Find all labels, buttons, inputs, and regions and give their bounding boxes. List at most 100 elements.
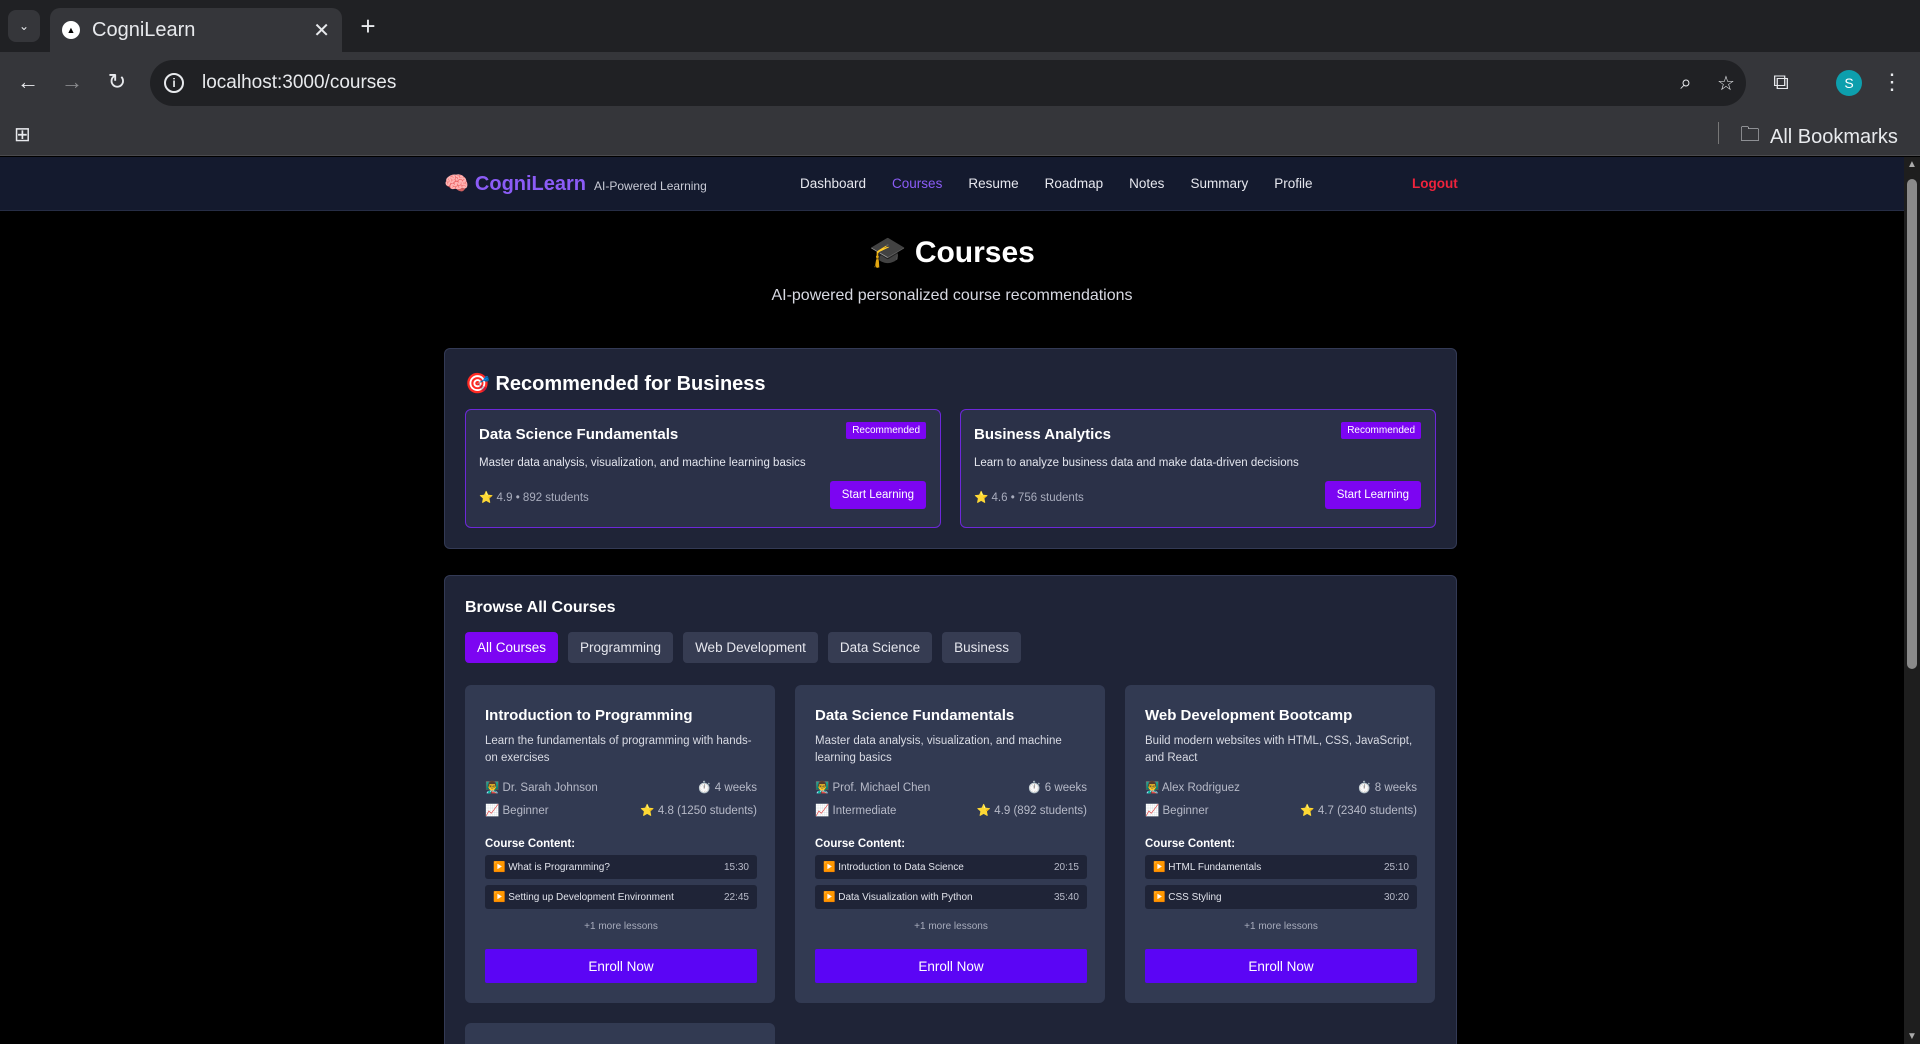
filter-all-courses[interactable]: All Courses [465,632,559,663]
browser-tab[interactable]: ▲ CogniLearn ✕ [50,8,342,52]
apps-grid-icon[interactable]: ⊞ [14,122,31,147]
lesson-item[interactable]: ▶️ What is Programming? 15:30 [485,855,757,879]
lesson-name: ▶️ Setting up Development Environment [493,891,674,903]
rec-card-description: Master data analysis, visualization, and… [479,457,806,469]
filter-business[interactable]: Business [942,632,1021,663]
extensions-icon[interactable]: ⧉ [1765,66,1797,98]
profile-avatar[interactable]: S [1836,70,1862,96]
menu-icon[interactable]: ⋮ [1876,66,1908,98]
course-duration: ⏱️ 8 weeks [1357,782,1417,794]
course-meta-row: 📈 Beginner ⭐ 4.7 (2340 students) [1145,803,1417,817]
page-viewport: 🧠 CogniLearn AI-Powered Learning Dashboa… [0,157,1904,1044]
recommended-badge: Recommended [846,422,926,439]
lesson-duration: 35:40 [1053,891,1079,903]
course-meta-row: 👨‍🏫 Dr. Sarah Johnson ⏱️ 4 weeks [485,780,757,794]
back-icon[interactable]: ← [12,66,44,98]
lesson-item[interactable]: ▶️ Data Visualization with Python 35:40 [815,885,1087,909]
site-info-icon[interactable]: i [164,73,184,93]
recommended-heading: 🎯 Recommended for Business [465,373,766,395]
address-bar[interactable]: i localhost:3000/courses ⌕ ☆ [150,60,1746,106]
tab-title: CogniLearn [92,18,196,41]
nav-notes[interactable]: Notes [1129,176,1164,191]
rec-card-title: Data Science Fundamentals [479,426,679,443]
lesson-item[interactable]: ▶️ HTML Fundamentals 25:10 [1145,855,1417,879]
recommended-badge: Recommended [1341,422,1421,439]
lesson-name: ▶️ HTML Fundamentals [1153,861,1262,873]
lesson-item[interactable]: ▶️ Introduction to Data Science 20:15 [815,855,1087,879]
course-instructor: 👨‍🏫 Dr. Sarah Johnson [485,782,598,794]
course-duration: ⏱️ 4 weeks [697,782,757,794]
course-description: Master data analysis, visualization, and… [815,735,1062,764]
course-instructor: 👨‍🏫 Prof. Michael Chen [815,782,931,794]
nav-links: Dashboard Courses Resume Roadmap Notes S… [800,176,1338,191]
url-text[interactable]: localhost:3000/courses [202,72,1666,94]
filter-web-development[interactable]: Web Development [683,632,818,663]
tab-search-button[interactable]: ⌄ [8,10,40,42]
course-rating: ⭐ 4.7 (2340 students) [1300,805,1417,817]
rec-card-meta: ⭐ 4.9 • 892 students [479,492,589,504]
start-learning-button[interactable]: Start Learning [829,481,926,509]
recommended-panel: 🎯 Recommended for Business Data Science … [444,348,1457,549]
scroll-down-icon[interactable]: ▼ [1907,1031,1917,1042]
lesson-name: ▶️ CSS Styling [1153,891,1222,903]
forward-icon[interactable]: → [56,66,88,98]
course-title: Data Science Fundamentals [815,707,1015,724]
lesson-item[interactable]: ▶️ Setting up Development Environment 22… [485,885,757,909]
brain-icon: 🧠 [444,173,469,195]
zoom-icon[interactable]: ⌕ [1666,72,1706,95]
more-lessons: +1 more lessons [584,921,658,932]
enroll-button[interactable]: Enroll Now [485,949,757,983]
start-learning-button[interactable]: Start Learning [1324,481,1421,509]
lesson-duration: 22:45 [723,891,749,903]
bookmarks-bar: ⊞ 🗀 All Bookmarks [0,112,1920,156]
nav-courses[interactable]: Courses [892,176,942,191]
rec-card-meta: ⭐ 4.6 • 756 students [974,492,1084,504]
all-bookmarks-label: All Bookmarks [1770,125,1898,148]
scroll-thumb[interactable] [1907,179,1917,669]
nav-summary[interactable]: Summary [1190,176,1248,191]
enroll-button[interactable]: Enroll Now [815,949,1087,983]
course-card [465,1023,775,1044]
enroll-button[interactable]: Enroll Now [1145,949,1417,983]
filter-data-science[interactable]: Data Science [827,632,933,663]
nav-dashboard[interactable]: Dashboard [800,176,866,191]
all-bookmarks-button[interactable]: 🗀 All Bookmarks [1740,120,1898,154]
page-title: 🎓 Courses [869,236,1035,269]
nav-resume[interactable]: Resume [968,176,1018,191]
brand-tagline: AI-Powered Learning [594,179,707,193]
close-icon[interactable]: ✕ [313,18,330,43]
course-meta-row: 📈 Beginner ⭐ 4.8 (1250 students) [485,803,757,817]
page-scrollbar[interactable]: ▲ ▼ [1904,157,1920,1044]
lesson-duration: 20:15 [1053,861,1079,873]
course-content-label: Course Content: [485,838,576,850]
recommended-card: Business Analytics Recommended Learn to … [960,409,1436,528]
bookmark-star-icon[interactable]: ☆ [1706,71,1746,96]
course-duration: ⏱️ 6 weeks [1027,782,1087,794]
course-description: Learn the fundamentals of programming wi… [485,735,752,764]
course-content-label: Course Content: [815,838,906,850]
brand[interactable]: 🧠 CogniLearn AI-Powered Learning [444,171,707,196]
course-card: Web Development Bootcamp Build modern we… [1125,685,1435,1003]
course-level: 📈 Beginner [1145,805,1209,817]
browser-tab-strip: ⌄ ▲ CogniLearn ✕ + [0,0,1920,52]
course-content-label: Course Content: [1145,838,1236,850]
lesson-item[interactable]: ▶️ CSS Styling 30:20 [1145,885,1417,909]
reload-icon[interactable]: ↻ [101,66,133,98]
lesson-duration: 30:20 [1383,891,1409,903]
course-card: Introduction to Programming Learn the fu… [465,685,775,1003]
scroll-up-icon[interactable]: ▲ [1907,159,1917,170]
course-card: Data Science Fundamentals Master data an… [795,685,1105,1003]
new-tab-button[interactable]: + [352,10,384,42]
filter-programming[interactable]: Programming [568,632,674,663]
rec-card-description: Learn to analyze business data and make … [974,457,1299,469]
rec-card-title: Business Analytics [974,426,1111,443]
logout-button[interactable]: Logout [1412,176,1458,191]
nav-profile[interactable]: Profile [1274,176,1312,191]
course-instructor: 👨‍🏫 Alex Rodriguez [1145,782,1240,794]
lesson-name: ▶️ What is Programming? [493,861,610,873]
more-lessons: +1 more lessons [1244,921,1318,932]
course-description: Build modern websites with HTML, CSS, Ja… [1145,735,1413,764]
course-meta-row: 👨‍🏫 Alex Rodriguez ⏱️ 8 weeks [1145,780,1417,794]
browse-heading: Browse All Courses [465,599,616,616]
nav-roadmap[interactable]: Roadmap [1045,176,1104,191]
